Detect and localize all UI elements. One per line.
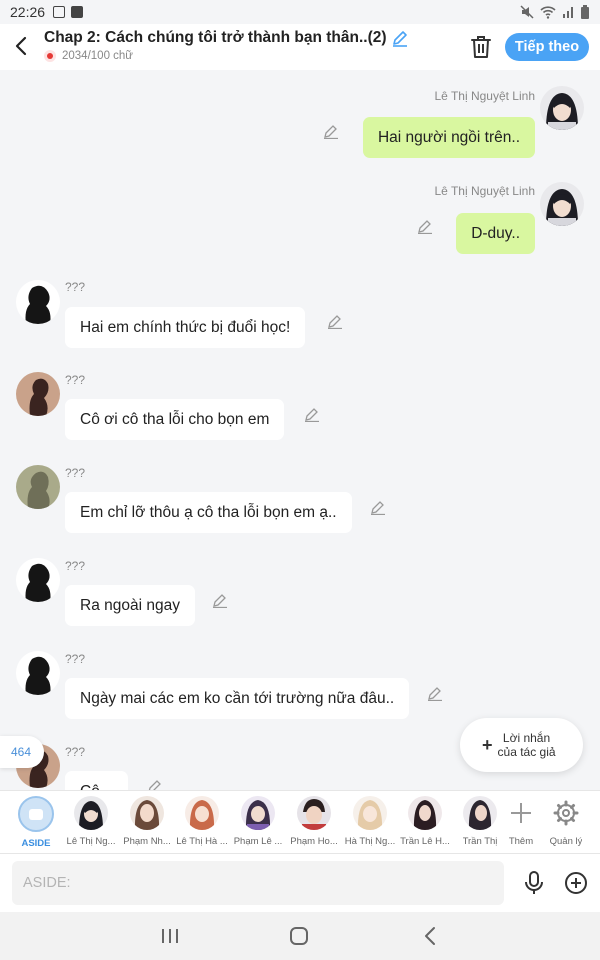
character-name: Quản lý bbox=[549, 836, 583, 847]
character-avatar bbox=[408, 796, 442, 830]
character-name: Lê Thị Ng... bbox=[66, 836, 116, 847]
message-input[interactable] bbox=[12, 861, 504, 905]
message-count-badge[interactable]: 464 bbox=[0, 736, 44, 768]
character-name: Lê Thị Hà ... bbox=[176, 836, 228, 847]
character-name: Phạm Nh... bbox=[123, 836, 171, 847]
edit-pencil-icon[interactable] bbox=[304, 406, 320, 422]
character-name: Trần Lê H... bbox=[400, 836, 450, 847]
app-notification-icon bbox=[71, 6, 84, 18]
battery-icon bbox=[581, 5, 589, 19]
character-aside[interactable]: ASIDE bbox=[8, 796, 64, 849]
sender-name: ??? bbox=[65, 280, 86, 294]
chapter-header: Chap 2: Cách chúng tôi trở thành bạn thâ… bbox=[0, 24, 600, 70]
character-avatar bbox=[130, 796, 164, 830]
next-button[interactable]: Tiếp theo bbox=[505, 33, 589, 61]
message-bubble[interactable]: Hai người ngồi trên.. bbox=[362, 117, 535, 158]
sender-name: ??? bbox=[65, 745, 86, 759]
message-count: 464 bbox=[11, 745, 32, 759]
sender-name: ??? bbox=[65, 652, 86, 666]
edit-title-icon[interactable] bbox=[391, 29, 409, 47]
character-avatar bbox=[297, 796, 331, 830]
gallery-notification-icon bbox=[53, 6, 66, 18]
avatar[interactable] bbox=[540, 182, 584, 226]
character-avatar bbox=[463, 796, 497, 830]
system-nav-bar bbox=[0, 912, 600, 960]
message-bubble[interactable]: Ra ngoài ngay bbox=[65, 585, 195, 626]
character-avatar bbox=[353, 796, 387, 830]
avatar[interactable] bbox=[16, 372, 60, 416]
edit-pencil-icon[interactable] bbox=[327, 313, 343, 329]
character-name: Phạm Lê ... bbox=[233, 836, 283, 847]
sender-name: Lê Thị Nguyệt Linh bbox=[434, 184, 535, 198]
mute-icon bbox=[520, 5, 534, 19]
message-bubble[interactable]: Hai em chính thức bị đuổi học! bbox=[65, 307, 306, 348]
avatar[interactable] bbox=[16, 651, 60, 695]
character-item[interactable]: Lê Thị Hà ... bbox=[174, 796, 230, 847]
avatar[interactable] bbox=[540, 86, 584, 130]
title-block: Chap 2: Cách chúng tôi trở thành bạn thâ… bbox=[44, 29, 414, 62]
avatar[interactable] bbox=[16, 280, 60, 324]
composer bbox=[0, 854, 600, 912]
add-circle-icon[interactable] bbox=[564, 871, 588, 895]
manage-characters-button[interactable]: Quản lý bbox=[538, 796, 594, 847]
message-bubble[interactable]: Cô ơi cô tha lỗi cho bọn em bbox=[65, 399, 285, 440]
recent-apps-icon[interactable] bbox=[158, 925, 182, 947]
avatar[interactable] bbox=[16, 558, 60, 602]
character-item[interactable]: Phạm Lê ... bbox=[230, 796, 286, 847]
edit-pencil-icon[interactable] bbox=[370, 499, 386, 515]
character-name: Hà Thị Ng... bbox=[344, 836, 396, 847]
character-bar: ASIDE Lê Thị Ng... Phạm Nh... Lê Thị Hà … bbox=[0, 790, 600, 854]
author-note-label: Lời nhắn của tác giả bbox=[498, 731, 556, 759]
character-avatar bbox=[241, 796, 275, 830]
status-bar: 22:26 bbox=[0, 0, 600, 24]
record-dot-icon bbox=[44, 50, 56, 62]
signal-icon bbox=[563, 7, 573, 18]
message-bubble[interactable]: D-duy.. bbox=[456, 213, 535, 254]
character-item[interactable]: Phạm Ho... bbox=[286, 796, 342, 847]
edit-pencil-icon[interactable] bbox=[147, 778, 163, 790]
message-bubble[interactable]: Cô... bbox=[65, 771, 128, 790]
message-bubble[interactable]: Ngày mai các em ko cần tới trường nữa đâ… bbox=[65, 678, 410, 719]
plus-icon: + bbox=[482, 735, 493, 755]
character-item[interactable]: Trần Lê H... bbox=[397, 796, 453, 847]
back-arrow-icon[interactable] bbox=[10, 34, 34, 58]
author-note-button[interactable]: + Lời nhắn của tác giả bbox=[460, 718, 583, 772]
home-icon[interactable] bbox=[287, 925, 311, 947]
character-item[interactable]: Phạm Nh... bbox=[119, 796, 175, 847]
sender-name: ??? bbox=[65, 466, 86, 480]
character-avatar bbox=[74, 796, 108, 830]
chapter-title: Chap 2: Cách chúng tôi trở thành bạn thâ… bbox=[44, 29, 387, 46]
sender-name: Lê Thị Nguyệt Linh bbox=[434, 89, 535, 103]
character-name: ASIDE bbox=[21, 838, 51, 849]
gear-icon bbox=[553, 800, 579, 826]
microphone-icon[interactable] bbox=[522, 870, 546, 896]
character-avatar bbox=[185, 796, 219, 830]
avatar[interactable] bbox=[16, 465, 60, 509]
edit-pencil-icon[interactable] bbox=[323, 123, 339, 139]
wifi-icon bbox=[540, 6, 556, 19]
sender-name: ??? bbox=[65, 373, 86, 387]
author-note-line1: Lời nhắn bbox=[502, 731, 551, 745]
trash-icon[interactable] bbox=[469, 34, 493, 60]
edit-pencil-icon[interactable] bbox=[427, 685, 443, 701]
character-item[interactable]: Lê Thị Ng... bbox=[63, 796, 119, 847]
character-item[interactable]: Hà Thị Ng... bbox=[342, 796, 398, 847]
message-bubble[interactable]: Em chỉ lỡ thôu ạ cô tha lỗi bọn em ạ.. bbox=[65, 492, 352, 533]
aside-icon bbox=[18, 796, 54, 832]
edit-pencil-icon[interactable] bbox=[417, 218, 433, 234]
status-time: 22:26 bbox=[10, 4, 46, 20]
chat-area[interactable]: Lê Thị Nguyệt Linh Hai người ngồi trên..… bbox=[0, 70, 600, 790]
author-note-line2: của tác giả bbox=[497, 745, 556, 759]
word-count: 2034/100 chữ bbox=[62, 50, 134, 62]
back-icon[interactable] bbox=[419, 925, 443, 947]
character-name: Thêm bbox=[508, 836, 534, 847]
plus-icon bbox=[511, 803, 531, 823]
edit-pencil-icon[interactable] bbox=[212, 592, 228, 608]
character-name: Phạm Ho... bbox=[290, 836, 338, 847]
sender-name: ??? bbox=[65, 559, 86, 573]
